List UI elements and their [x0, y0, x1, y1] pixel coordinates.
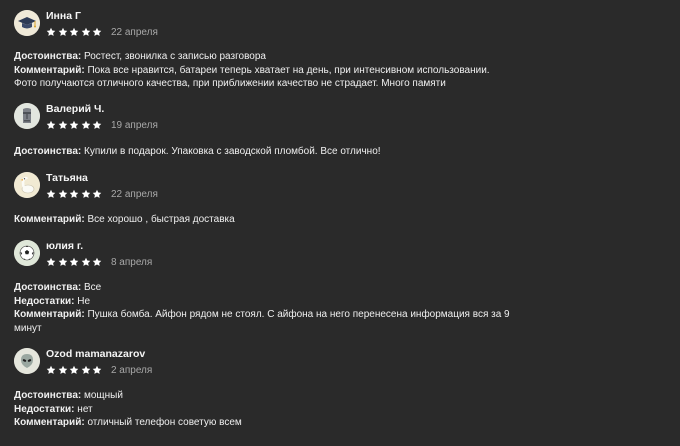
review-date: 2 апреля: [110, 364, 153, 376]
star-icon: [81, 27, 91, 37]
pros-text: Купили в подарок. Упаковка с заводской п…: [81, 146, 381, 157]
avatar[interactable]: [14, 103, 40, 129]
cons-text: Не: [74, 295, 91, 307]
review-cons: Недостатки: нет: [14, 403, 514, 417]
review-header: Валерий Ч. 19 апреля: [14, 103, 614, 135]
review-date: 8 апреля: [110, 256, 153, 268]
review-author: Валерий Ч.: [46, 103, 105, 115]
star-icon: [81, 365, 91, 375]
star-icon: [69, 27, 79, 37]
star-icon: [92, 257, 102, 267]
comment-label: Комментарий:: [14, 417, 85, 428]
cons-label: Недостатки:: [14, 403, 75, 415]
star-icon: [81, 120, 91, 130]
star-icon: [46, 27, 56, 37]
avatar[interactable]: [14, 240, 40, 266]
pros-label: Достоинства:: [14, 282, 82, 293]
review-comment: Комментарий: отличный телефон советую вс…: [14, 416, 514, 430]
rating-stars: [46, 120, 104, 132]
star-icon: [81, 189, 91, 199]
review-pros: Достоинства: Купили в подарок. Упаковка …: [14, 145, 514, 159]
rating-stars: [46, 257, 104, 269]
rating-stars: [46, 27, 104, 39]
review-body: Достоинства: Ростест, звонилка с записью…: [14, 50, 514, 91]
star-icon: [69, 365, 79, 375]
review-body: Комментарий: Все хорошо , быстрая достав…: [14, 213, 514, 227]
review-meta: 2 апреля: [46, 362, 152, 376]
star-icon: [58, 27, 68, 37]
rating-stars: [46, 365, 104, 377]
comment-label: Комментарий:: [14, 309, 85, 320]
review-pros: Достоинства: мощный: [14, 389, 514, 403]
star-icon: [69, 189, 79, 199]
star-icon: [69, 120, 79, 130]
avatar[interactable]: [14, 348, 40, 374]
star-icon: [46, 365, 56, 375]
star-icon: [58, 120, 68, 130]
star-icon: [58, 365, 68, 375]
review-header: Татьяна 22 апреля: [14, 172, 614, 204]
star-icon: [69, 257, 79, 267]
comment-text: Пока все нравится, батареи теперь хватае…: [14, 64, 490, 90]
review-author: юлия г.: [46, 240, 84, 252]
star-icon: [92, 27, 102, 37]
comment-text: отличный телефон советую всем: [84, 417, 242, 428]
star-icon: [58, 257, 68, 267]
review-body: Достоинства: Купили в подарок. Упаковка …: [14, 145, 514, 159]
star-icon: [92, 120, 102, 130]
alien-icon: [14, 348, 40, 374]
review-cons: Недостатки: Не: [14, 295, 514, 309]
comment-text: Пушка бомба. Айфон рядом не стоял. С айф…: [14, 309, 510, 334]
comment-label: Комментарий:: [14, 214, 85, 225]
star-icon: [92, 365, 102, 375]
soccer-ball-icon: [14, 240, 40, 266]
review-pros: Достоинства: Ростест, звонилка с записью…: [14, 50, 514, 64]
comment-label: Комментарий:: [14, 64, 85, 76]
pros-label: Достоинства:: [14, 390, 82, 401]
review-meta: 22 апреля: [46, 186, 158, 200]
review-author: Ozod mamanazarov: [46, 348, 146, 360]
graduation-cap-icon: [14, 10, 40, 36]
star-icon: [92, 189, 102, 199]
review-comment: Комментарий: Все хорошо , быстрая достав…: [14, 213, 514, 227]
comment-text: Все хорошо , быстрая доставка: [84, 214, 235, 225]
review-date: 22 апреля: [110, 188, 158, 200]
review-pros: Достоинства: Все: [14, 281, 514, 295]
pros-text: Все: [81, 282, 102, 293]
pros-text: Ростест, звонилка с записью разговора: [81, 51, 266, 62]
review-meta: 19 апреля: [46, 117, 158, 131]
rating-stars: [46, 189, 104, 201]
pros-text: мощный: [81, 390, 123, 401]
review-meta: 22 апреля: [46, 24, 158, 38]
review-author: Инна Г: [46, 10, 81, 22]
review-body: Достоинства: мощный Недостатки: нет Комм…: [14, 389, 514, 430]
star-icon: [46, 257, 56, 267]
star-icon: [58, 189, 68, 199]
goose-icon: [14, 172, 40, 198]
reviews-list: Инна Г 22 апреля Достоинства: Ростест, з…: [0, 0, 680, 446]
cons-text: нет: [74, 403, 93, 415]
star-icon: [46, 189, 56, 199]
review-header: юлия г. 8 апреля: [14, 240, 614, 272]
pros-label: Достоинства:: [14, 146, 82, 157]
review-meta: 8 апреля: [46, 254, 152, 268]
review-header: Ozod mamanazarov 2 апреля: [14, 348, 614, 380]
avatar[interactable]: [14, 172, 40, 198]
review-comment: Комментарий: Пока все нравится, батареи …: [14, 64, 514, 91]
review-date: 22 апреля: [110, 26, 158, 38]
review-comment: Комментарий: Пушка бомба. Айфон рядом не…: [14, 308, 514, 335]
review-body: Достоинства: Все Недостатки: Не Коммента…: [14, 281, 514, 335]
review-date: 19 апреля: [110, 119, 158, 131]
star-icon: [46, 120, 56, 130]
avatar[interactable]: [14, 10, 40, 36]
cons-label: Недостатки:: [14, 295, 75, 307]
review-header: Инна Г 22 апреля: [14, 10, 614, 42]
review-author: Татьяна: [46, 172, 88, 184]
star-icon: [81, 257, 91, 267]
moai-statue-icon: [14, 103, 40, 129]
pros-label: Достоинства:: [14, 51, 82, 62]
